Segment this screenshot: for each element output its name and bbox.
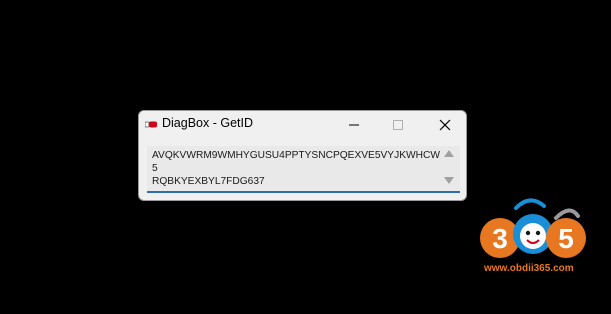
desktop: DiagBox - GetID AVQKVWRM9WMHYGUSU4PPTYSN…: [0, 0, 611, 314]
maximize-button[interactable]: [376, 111, 420, 138]
minimize-button[interactable]: [332, 111, 376, 138]
diagbox-getid-window: DiagBox - GetID AVQKVWRM9WMHYGUSU4PPTYSN…: [138, 110, 467, 201]
window-title: DiagBox - GetID: [162, 116, 254, 130]
svg-text:5: 5: [558, 223, 574, 254]
minimize-icon: [349, 124, 359, 125]
id-text-value[interactable]: AVQKVWRM9WMHYGUSU4PPTYSNCPQEXVE5VYJKWHCW…: [152, 149, 442, 188]
maximize-icon: [393, 119, 403, 130]
vertical-scrollbar[interactable]: [442, 148, 456, 188]
close-icon: [439, 119, 451, 130]
close-button[interactable]: [423, 111, 466, 138]
scroll-down-arrow-icon[interactable]: [444, 177, 454, 184]
svg-text:3: 3: [492, 223, 508, 254]
title-bar[interactable]: DiagBox - GetID: [139, 111, 466, 138]
id-text-field[interactable]: AVQKVWRM9WMHYGUSU4PPTYSNCPQEXVE5VYJKWHCW…: [147, 146, 460, 193]
scroll-up-arrow-icon[interactable]: [444, 150, 454, 157]
diagbox-app-icon: [145, 121, 157, 128]
watermark-url: www.obdii365.com: [484, 263, 574, 274]
